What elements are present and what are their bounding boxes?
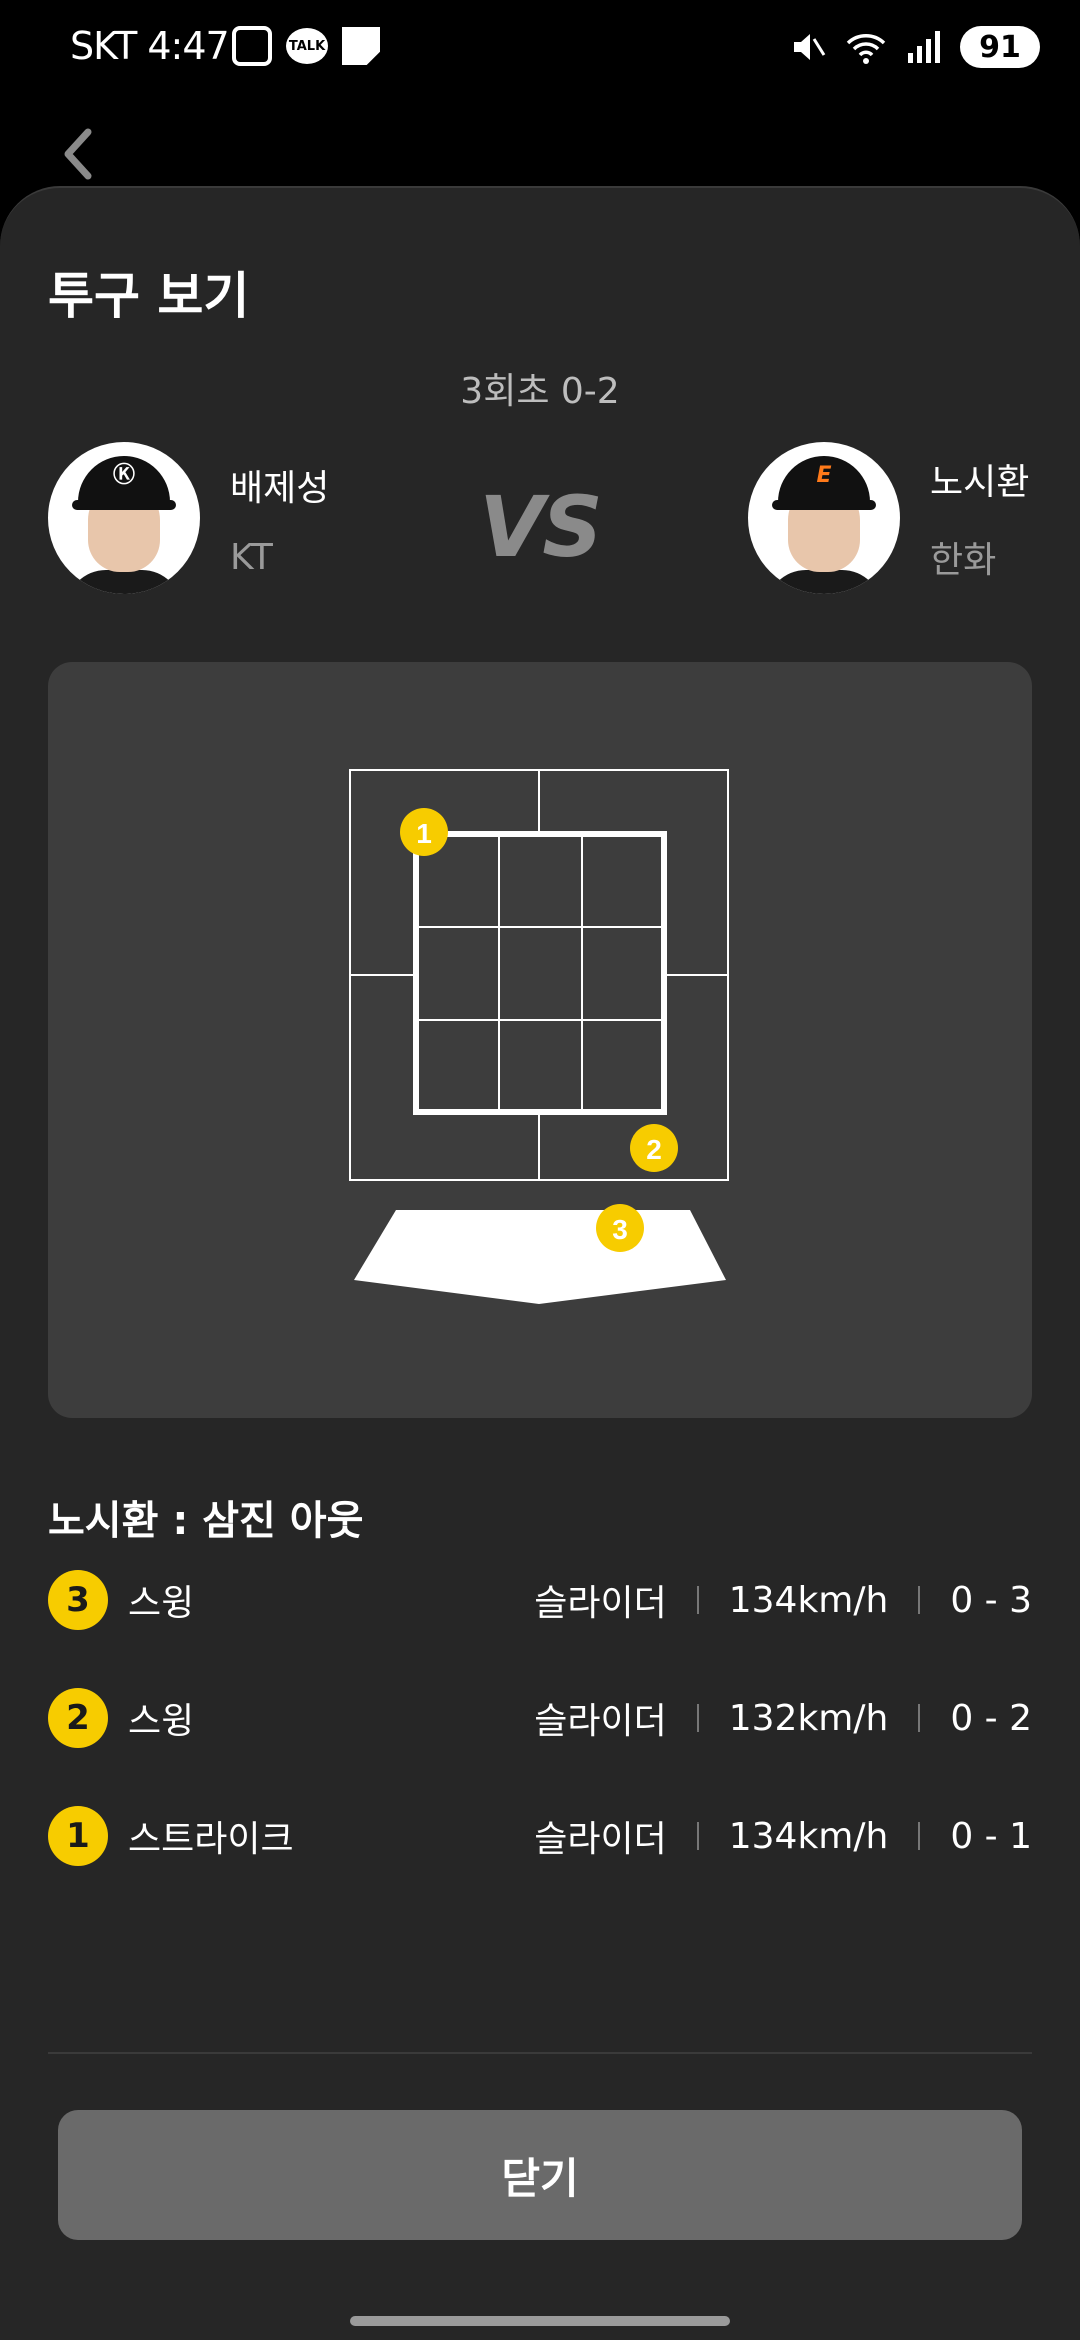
screenshot-icon (232, 26, 272, 66)
divider (48, 2052, 1032, 2054)
pitch-count: 0 - 1 (950, 1815, 1032, 1857)
strike-zone-panel: 1 2 3 (48, 662, 1032, 1418)
inning-score: 3회초 0-2 (460, 371, 620, 412)
note-icon (342, 27, 380, 65)
kakaotalk-icon: TALK (286, 28, 328, 64)
notification-icons: TALK (232, 26, 380, 66)
svg-text:3: 3 (612, 1214, 628, 1245)
home-indicator[interactable] (350, 2316, 730, 2326)
pitch-row: 2 스윙 슬라이더 132km/h 0 - 2 (48, 1686, 1032, 1750)
pitch-type: 슬라이더 (534, 1583, 667, 1624)
pitch-marker-3: 3 (596, 1204, 644, 1252)
pitch-number-badge: 2 (48, 1688, 108, 1748)
separator (918, 1704, 921, 1732)
batter-avatar: E (748, 442, 900, 594)
separator (696, 1586, 699, 1614)
pitch-speed: 134km/h (728, 1579, 889, 1621)
pitch-number-badge: 1 (48, 1806, 108, 1866)
pitch-result: 스윙 (128, 1701, 195, 1742)
pitch-number-badge: 3 (48, 1570, 108, 1630)
mute-icon (794, 34, 826, 60)
back-button[interactable] (56, 126, 104, 182)
pitch-result: 스트라이크 (128, 1819, 294, 1860)
battery-indicator: 91 (960, 26, 1040, 68)
separator (918, 1822, 921, 1850)
eagles-logo: E (816, 463, 832, 488)
batter-team: 한화 (930, 540, 997, 581)
carrier-time: SKT 4:47 (70, 24, 230, 68)
system-icons: 91 (790, 26, 1040, 68)
signal-icon (908, 31, 940, 63)
status-bar: SKT 4:47 TALK 91 (0, 0, 1080, 96)
svg-text:1: 1 (416, 818, 432, 849)
pitch-type: 슬라이더 (534, 1819, 667, 1860)
strike-zone: 1 2 3 (349, 769, 729, 1304)
separator (918, 1586, 921, 1614)
pitch-row: 3 스윙 슬라이더 134km/h 0 - 3 (48, 1568, 1032, 1632)
pitch-row: 1 스트라이크 슬라이더 134km/h 0 - 1 (48, 1804, 1032, 1868)
separator (696, 1822, 699, 1850)
pitch-speed: 134km/h (728, 1815, 889, 1857)
home-plate (354, 1210, 726, 1304)
svg-text:2: 2 (646, 1134, 662, 1165)
at-bat-result: 노시환 : 삼진 아웃 (48, 1498, 364, 1544)
pitch-marker-2: 2 (630, 1124, 678, 1172)
pitch-type: 슬라이더 (534, 1701, 667, 1742)
close-button[interactable]: 닫기 (58, 2110, 1022, 2240)
batter-card: E 노시환 한화 (748, 442, 1029, 594)
pitch-marker-1: 1 (400, 808, 448, 856)
pitch-view-sheet: 투구 보기 3회초 0-2 Ⓚ 배제성 KT VS E 노시환 한화 1 2 3… (0, 186, 1080, 2340)
page-title: 투구 보기 (48, 267, 250, 325)
pitch-speed: 132km/h (728, 1697, 889, 1739)
pitch-result: 스윙 (128, 1583, 195, 1624)
pitch-count: 0 - 3 (950, 1579, 1032, 1621)
pitch-count: 0 - 2 (950, 1697, 1032, 1739)
separator (696, 1704, 699, 1732)
wifi-icon (846, 34, 886, 64)
batter-name: 노시환 (930, 462, 1030, 503)
